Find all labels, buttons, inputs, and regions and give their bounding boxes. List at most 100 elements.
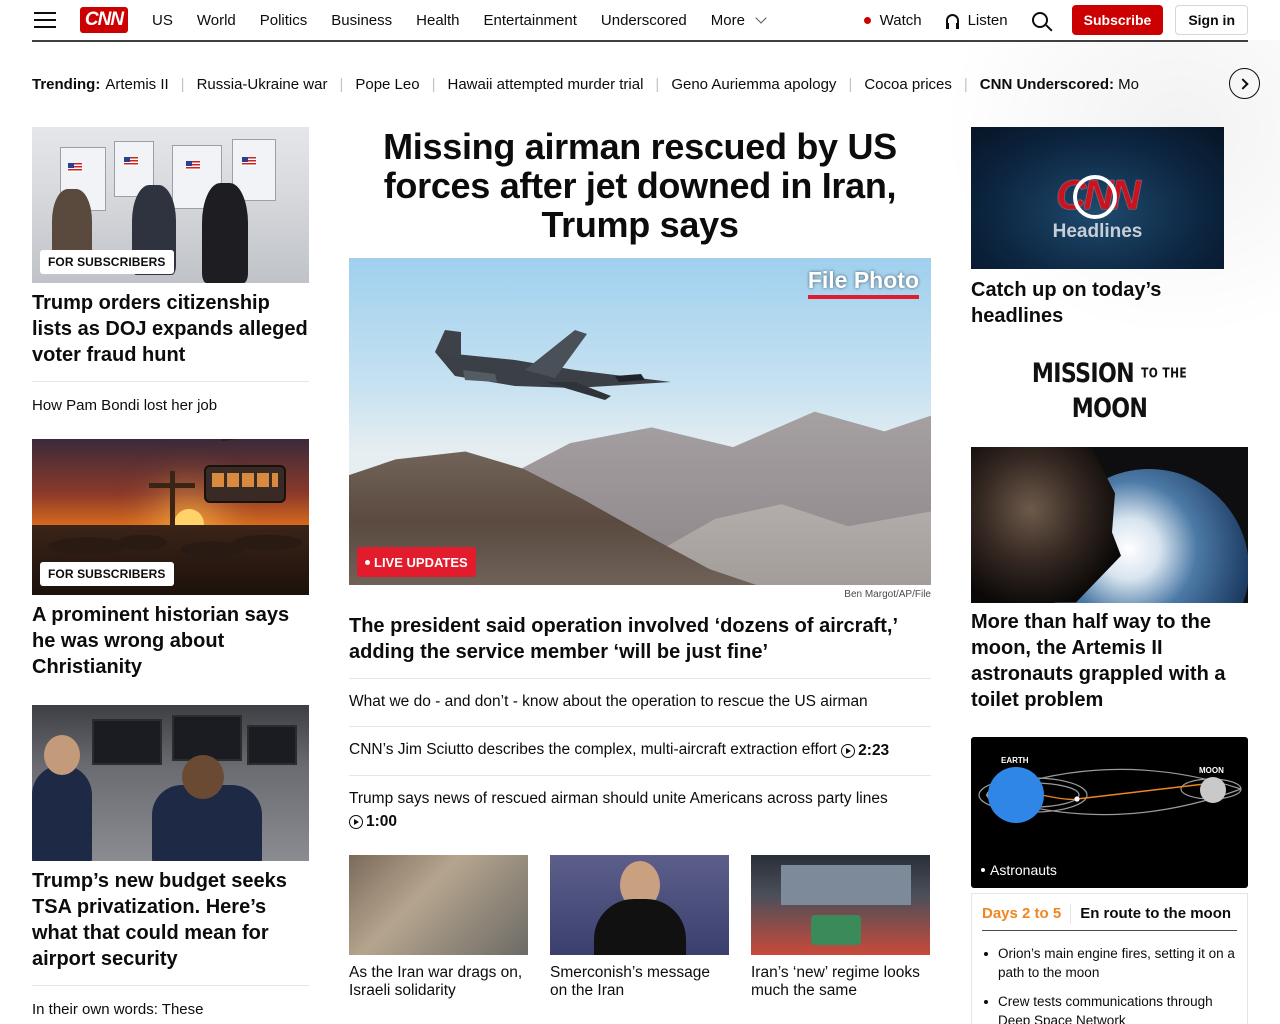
story-headline[interactable]: Trump orders citizenship lists as DOJ ex…: [32, 290, 309, 368]
headlines-title[interactable]: Catch up on today’s headlines: [971, 277, 1248, 329]
related-link-text: Trump says news of rescued airman should…: [349, 790, 888, 807]
search-icon[interactable]: [1031, 12, 1048, 28]
left-column: FOR SUBSCRIBERS Trump orders citizenship…: [32, 127, 309, 1021]
subscribers-badge: FOR SUBSCRIBERS: [40, 250, 174, 274]
trending-underscored-rest: Mo: [1118, 75, 1139, 93]
days-range: Days 2 to 5: [982, 903, 1072, 924]
nav-health[interactable]: Health: [416, 12, 459, 29]
play-icon: [841, 744, 856, 758]
live-updates-badge[interactable]: LIVE UPDATES: [357, 547, 476, 577]
nav-underscored[interactable]: Underscored: [601, 12, 687, 29]
nav-more-label: More: [710, 11, 745, 29]
main-headline[interactable]: Missing airman rescued by US forces afte…: [349, 127, 931, 244]
related-link-text: What we do - and don’t - know about the …: [349, 693, 868, 710]
center-column: Missing airman rescued by US forces afte…: [349, 127, 931, 1000]
file-photo-label: File Photo: [807, 266, 919, 299]
divider: [349, 678, 931, 679]
related-video-link[interactable]: Trump says news of rescued airman should…: [349, 788, 931, 833]
trending-item[interactable]: Geno Auriemma apology: [671, 76, 836, 93]
listen-label: Listen: [967, 11, 1008, 29]
photo-credit: Ben Margot/AP/File: [844, 589, 931, 600]
sign-in-button[interactable]: Sign in: [1175, 5, 1248, 35]
live-dot-icon: [365, 559, 370, 565]
thumb-image: [550, 855, 729, 955]
play-icon: [349, 815, 363, 829]
nav-more[interactable]: More: [710, 11, 767, 29]
moon-headline[interactable]: More than half way to the moon, the Arte…: [971, 609, 1248, 713]
nav-politics[interactable]: Politics: [260, 12, 308, 29]
moon-label: MOON: [1199, 765, 1224, 775]
thumb-story[interactable]: Smerconish’s message on the Iran: [550, 855, 729, 1000]
listen-button[interactable]: Listen: [945, 11, 1008, 29]
divider: [32, 985, 309, 986]
timeline-list: Orion’s main engine fires, setting it on…: [982, 944, 1237, 1024]
hero-image[interactable]: File Photo LIVE UPDATES: [349, 258, 931, 585]
subscribers-badge: FOR SUBSCRIBERS: [40, 562, 174, 586]
watch-button[interactable]: Watch: [863, 11, 922, 29]
astronaut-earth-image[interactable]: [971, 446, 1248, 603]
mission-to-the-moon-logo[interactable]: MISSION TO THE MOON: [996, 357, 1223, 426]
thumbnail-row: As the Iran war drags on, Israeli solida…: [349, 855, 931, 1000]
trending-next-button[interactable]: [1229, 68, 1260, 99]
legend-dot-icon: [981, 867, 985, 872]
thumb-caption: As the Iran war drags on, Israeli solida…: [349, 964, 523, 999]
timeline-item[interactable]: Crew tests communications through Deep S…: [982, 992, 1237, 1024]
headlines-word: Headlines: [1052, 221, 1143, 242]
chevron-down-icon: [755, 12, 767, 24]
related-link-text: CNN’s Jim Sciutto describes the complex,…: [349, 741, 837, 758]
thumb-image: [751, 855, 930, 955]
divider: [32, 381, 309, 382]
trending-label: Trending:: [32, 75, 101, 93]
trending-item[interactable]: Cocoa prices: [864, 76, 952, 93]
sub-headline[interactable]: The president said operation involved ‘d…: [349, 613, 931, 665]
chevron-right-icon: [1237, 77, 1249, 90]
live-updates-label: LIVE UPDATES: [374, 554, 468, 570]
nav-links: US World Politics Business Health Entert…: [152, 12, 711, 29]
nav-entertainment[interactable]: Entertainment: [484, 12, 577, 29]
nav-business[interactable]: Business: [331, 12, 392, 29]
thumb-story[interactable]: Iran’s ‘new’ regime looks much the same: [751, 855, 930, 1000]
timeline-item[interactable]: Orion’s main engine fires, setting it on…: [982, 944, 1237, 982]
related-link[interactable]: What we do - and don’t - know about the …: [349, 691, 931, 713]
thumb-story[interactable]: As the Iran war drags on, Israeli solida…: [349, 855, 528, 1000]
divider: [349, 775, 931, 776]
astronauts-legend: Astronauts: [981, 862, 1057, 878]
headphones-icon: [945, 14, 959, 29]
video-duration: 2:23: [841, 740, 889, 762]
thumb-image: [349, 855, 528, 955]
nav-us[interactable]: US: [152, 12, 173, 29]
orbit-tracker[interactable]: EARTH MOON Astronauts: [971, 736, 1248, 888]
divider: [349, 726, 931, 727]
video-duration: 1:00: [349, 811, 397, 833]
story-link[interactable]: In their own words: These: [32, 999, 309, 1021]
cnn-headlines-video[interactable]: CNN Headlines: [971, 127, 1224, 269]
trending-fade: [1180, 66, 1230, 100]
story-headline[interactable]: A prominent historian says he was wrong …: [32, 602, 309, 680]
trending-item[interactable]: Pope Leo: [355, 76, 419, 93]
thumb-caption: Smerconish’s message on the Iran: [550, 964, 710, 999]
story-headline[interactable]: Trump’s new budget seeks TSA privatizati…: [32, 868, 309, 972]
timeline-header: Days 2 to 5 En route to the moon: [982, 903, 1237, 931]
related-video-link[interactable]: CNN’s Jim Sciutto describes the complex,…: [349, 739, 931, 762]
cnn-logo[interactable]: CNN: [80, 7, 128, 33]
mission-timeline: Days 2 to 5 En route to the moon Orion’s…: [971, 892, 1248, 1024]
subscribe-button[interactable]: Subscribe: [1071, 5, 1164, 35]
trending-item[interactable]: Hawaii attempted murder trial: [448, 76, 644, 93]
watch-label: Watch: [879, 11, 922, 29]
nav-world[interactable]: World: [197, 12, 236, 29]
sunrise-image[interactable]: FOR SUBSCRIBERS: [32, 439, 309, 595]
nav-actions: Watch Listen Subscribe Sign in: [863, 0, 1248, 40]
trending-underscored-label: CNN Underscored:: [979, 75, 1114, 93]
days-title: En route to the moon: [1080, 904, 1232, 922]
top-navigation: CNN US World Politics Business Health En…: [32, 0, 1248, 42]
story-link[interactable]: How Pam Bondi lost her job: [32, 395, 309, 417]
trending-item[interactable]: Russia-Ukraine war: [197, 76, 328, 93]
thumb-caption: Iran’s ‘new’ regime looks much the same: [751, 964, 920, 999]
menu-icon[interactable]: [34, 12, 56, 28]
trending-item[interactable]: Artemis II: [105, 76, 168, 93]
tsa-image[interactable]: [32, 705, 309, 861]
ring-graphic: [1073, 175, 1117, 219]
polls-image[interactable]: FOR SUBSCRIBERS: [32, 127, 309, 283]
trending-item-underscored[interactable]: CNN Underscored: Mo: [980, 76, 1139, 93]
right-column: CNN Headlines Catch up on today’s headli…: [971, 127, 1248, 1024]
